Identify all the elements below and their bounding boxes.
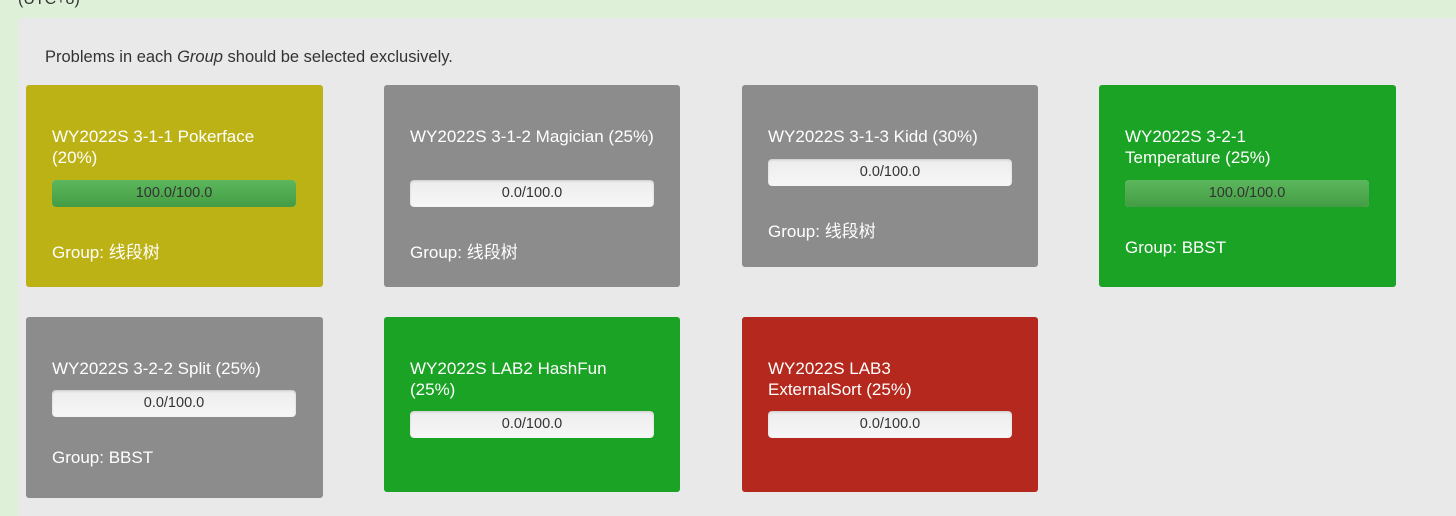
problem-card-pokerface[interactable]: WY2022S 3-1-1 Pokerface (20%) 100.0/100.… (26, 85, 323, 287)
score-text: 0.0/100.0 (501, 185, 563, 201)
score-text: 100.0/100.0 (1208, 185, 1286, 201)
problem-card-magician[interactable]: WY2022S 3-1-2 Magician (25%) 0.0/100.0 G… (384, 85, 680, 287)
problem-title: WY2022S LAB2 HashFun (25%) (410, 359, 607, 399)
notice-text-after: should be selected exclusively. (222, 48, 453, 66)
score-progress-bar: 0.0/100.0 (410, 411, 654, 438)
problem-card-externalsort[interactable]: WY2022S LAB3 ExternalSort (25%) 0.0/100.… (742, 317, 1038, 492)
score-progress-bar: 100.0/100.0 (52, 180, 296, 207)
score-progress-bar: 0.0/100.0 (768, 159, 1012, 186)
problem-title: WY2022S 3-2-1 Temperature (25%) (1125, 127, 1271, 167)
problem-title: WY2022S 3-1-1 Pokerface (20%) (52, 127, 255, 167)
problem-title: WY2022S 3-1-2 Magician (25%) (410, 127, 654, 146)
notice-text-before: Problems in each (45, 48, 178, 66)
problem-title: WY2022S 3-1-3 Kidd (30%) (768, 127, 978, 146)
problem-group: Group: 线段树 (410, 243, 518, 262)
score-text: 0.0/100.0 (859, 164, 921, 180)
notice-emphasis: Group (177, 48, 223, 66)
problem-card-split[interactable]: WY2022S 3-2-2 Split (25%) 0.0/100.0 Grou… (26, 317, 323, 498)
score-text: 0.0/100.0 (501, 416, 563, 432)
score-progress-bar: 0.0/100.0 (52, 390, 296, 417)
timezone-label: (UTC+8) (18, 0, 80, 9)
problem-group: Group: BBST (52, 448, 154, 467)
score-text: 100.0/100.0 (135, 185, 213, 201)
group-notice: Problems in each Group should be selecte… (45, 48, 453, 67)
score-progress-bar: 100.0/100.0 (1125, 180, 1369, 207)
problem-card-kidd[interactable]: WY2022S 3-1-3 Kidd (30%) 0.0/100.0 Group… (742, 85, 1038, 267)
problem-card-temperature[interactable]: WY2022S 3-2-1 Temperature (25%) 100.0/10… (1099, 85, 1396, 287)
problem-group: Group: 线段树 (768, 222, 876, 241)
problem-title: WY2022S LAB3 ExternalSort (25%) (768, 359, 912, 399)
score-progress-bar: 0.0/100.0 (410, 180, 654, 207)
problem-group: Group: BBST (1125, 238, 1227, 257)
score-text: 0.0/100.0 (859, 416, 921, 432)
problem-card-hashfun[interactable]: WY2022S LAB2 HashFun (25%) 0.0/100.0 (384, 317, 680, 492)
problem-group: Group: 线段树 (52, 243, 160, 262)
score-text: 0.0/100.0 (143, 395, 205, 411)
score-progress-bar: 0.0/100.0 (768, 411, 1012, 438)
problem-title: WY2022S 3-2-2 Split (25%) (52, 359, 261, 378)
